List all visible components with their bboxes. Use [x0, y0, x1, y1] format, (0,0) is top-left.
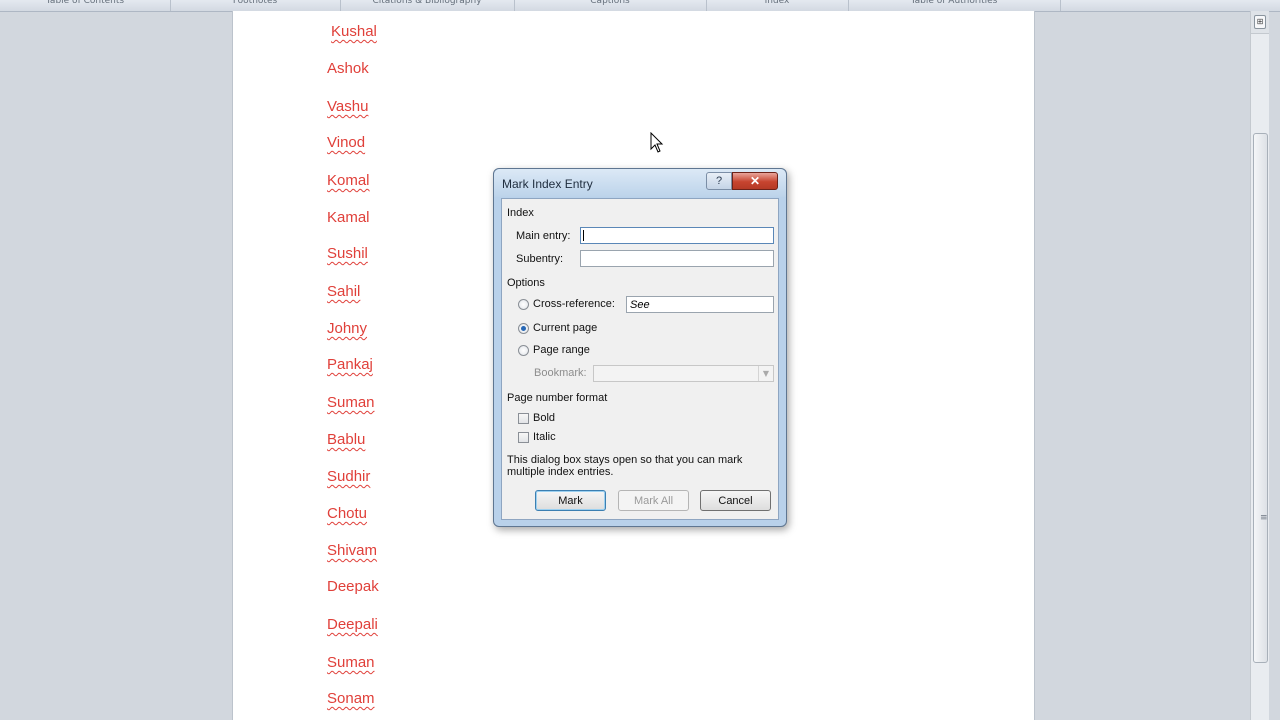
dialog-note: This dialog box stays open so that you c…: [507, 454, 743, 478]
document-name-line: Shivam: [327, 542, 378, 559]
document-name-line: Sonam: [327, 690, 375, 707]
document-name-line: Bablu: [327, 431, 366, 448]
document-name-line: Pankaj: [327, 356, 373, 373]
cross-reference-label: Cross-reference:: [533, 298, 615, 310]
chevron-down-icon: ▼: [758, 366, 773, 381]
document-name-line: Suman: [327, 394, 375, 411]
vertical-scrollbar[interactable]: ⊞ ≡: [1250, 11, 1269, 720]
italic-label: Italic: [533, 431, 556, 443]
index-section-label: Index: [507, 207, 534, 219]
ribbon-group-toc[interactable]: Table of Contents: [0, 0, 171, 11]
ruler-icon: ⊞: [1254, 15, 1266, 29]
subentry-label: Subentry:: [516, 253, 564, 265]
current-page-radio[interactable]: [518, 323, 529, 334]
document-name-line: Sahil: [327, 283, 361, 300]
ribbon-group-index[interactable]: Index: [706, 0, 849, 11]
ribbon-group-captions[interactable]: Captions: [514, 0, 707, 11]
document-name-line: Chotu: [327, 505, 368, 522]
cross-reference-radio[interactable]: [518, 299, 529, 310]
bookmark-label: Bookmark:: [534, 367, 587, 379]
document-name-line: Sudhir: [327, 468, 371, 485]
document-name-line: Ashok: [327, 60, 369, 77]
document-name-line: Deepak: [327, 578, 379, 595]
document-name-line: Sushil: [327, 245, 368, 262]
scrollbar-thumb[interactable]: ≡: [1253, 133, 1268, 663]
dialog-title: Mark Index Entry: [502, 177, 593, 191]
mouse-pointer-icon: [650, 132, 664, 153]
close-button[interactable]: ✕: [732, 172, 778, 190]
document-name-line: Vinod: [327, 134, 366, 151]
mark-index-entry-dialog: Mark Index Entry ? ✕ Index Main entry: S…: [493, 168, 787, 527]
ribbon-group-footnotes[interactable]: Footnotes: [170, 0, 341, 11]
bold-label: Bold: [533, 412, 556, 424]
cross-reference-input[interactable]: See: [626, 296, 774, 313]
document-name-line: Kushal: [331, 23, 377, 40]
subentry-input[interactable]: [580, 250, 774, 267]
bold-checkbox[interactable]: [518, 413, 529, 424]
document-name-line: Vashu: [327, 98, 369, 115]
dialog-titlebar[interactable]: Mark Index Entry ? ✕: [494, 169, 786, 197]
bookmark-select[interactable]: ▼: [593, 365, 774, 382]
italic-checkbox[interactable]: [518, 432, 529, 443]
text-caret: [583, 230, 584, 241]
help-button[interactable]: ?: [706, 172, 732, 190]
document-name-line: Johny: [327, 320, 368, 337]
page-range-radio[interactable]: [518, 345, 529, 356]
radio-selected-dot: [521, 326, 526, 331]
ribbon-group-authorities[interactable]: Table of Authorities: [848, 0, 1061, 11]
page-number-format-label: Page number format: [507, 392, 608, 404]
dialog-body: Index Main entry: Subentry: Options Cros…: [501, 198, 779, 520]
ribbon-group-citations[interactable]: Citations & Bibliography: [340, 0, 515, 11]
view-ruler-button[interactable]: ⊞: [1251, 11, 1269, 34]
page-range-label: Page range: [533, 344, 590, 356]
document-name-line: Kamal: [327, 209, 370, 226]
mark-all-button[interactable]: Mark All: [618, 490, 689, 511]
current-page-label: Current page: [533, 322, 598, 334]
document-name-line: Komal: [327, 172, 370, 189]
mark-button[interactable]: Mark: [535, 490, 606, 511]
cancel-button[interactable]: Cancel: [700, 490, 771, 511]
main-entry-label: Main entry:: [516, 230, 571, 242]
main-entry-input[interactable]: [580, 227, 774, 244]
document-name-line: Suman: [327, 654, 375, 671]
options-section-label: Options: [507, 277, 545, 289]
document-name-line: Deepali: [327, 616, 378, 633]
grip-icon: ≡: [1260, 513, 1268, 523]
